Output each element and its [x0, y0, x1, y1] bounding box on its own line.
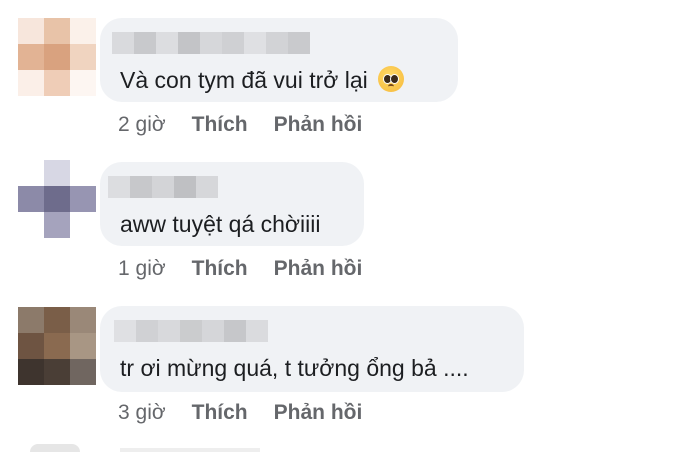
timestamp[interactable]: 2 giờ — [118, 113, 166, 136]
author-name-blurred[interactable] — [114, 320, 268, 342]
reply-button[interactable]: Phản hồi — [274, 257, 363, 280]
avatar[interactable] — [18, 160, 96, 238]
like-button[interactable]: Thích — [192, 113, 248, 136]
comment-bubble: tr ơi mừng quá, t tưởng ổng bả .... — [100, 306, 524, 392]
comment-bubble: aww tuyệt qá chờiiii — [100, 162, 364, 246]
comment-actions: 1 giờ Thích Phản hồi — [118, 257, 362, 281]
avatar[interactable] — [18, 307, 96, 385]
comment-text: tr ơi mừng quá, t tưởng ổng bả .... — [120, 355, 469, 381]
comment-text: aww tuyệt qá chờiiii — [120, 211, 321, 237]
reply-button[interactable]: Phản hồi — [274, 401, 363, 424]
author-name-blurred[interactable] — [108, 176, 218, 198]
reply-button[interactable]: Phản hồi — [274, 113, 363, 136]
avatar[interactable] — [18, 18, 96, 96]
timestamp[interactable]: 3 giờ — [118, 401, 166, 424]
author-name-blurred[interactable] — [112, 32, 310, 54]
like-button[interactable]: Thích — [192, 257, 248, 280]
comment-actions: 2 giờ Thích Phản hồi — [118, 113, 362, 137]
next-bubble-peek — [120, 448, 260, 452]
timestamp[interactable]: 1 giờ — [118, 257, 166, 280]
next-avatar-peek — [30, 444, 80, 452]
comment-text: Và con tym đã vui trở lại — [120, 66, 405, 94]
pleading-face-emoji-icon — [378, 66, 405, 92]
like-button[interactable]: Thích — [192, 401, 248, 424]
comment-actions: 3 giờ Thích Phản hồi — [118, 401, 362, 425]
comment-bubble: Và con tym đã vui trở lại — [100, 18, 458, 102]
